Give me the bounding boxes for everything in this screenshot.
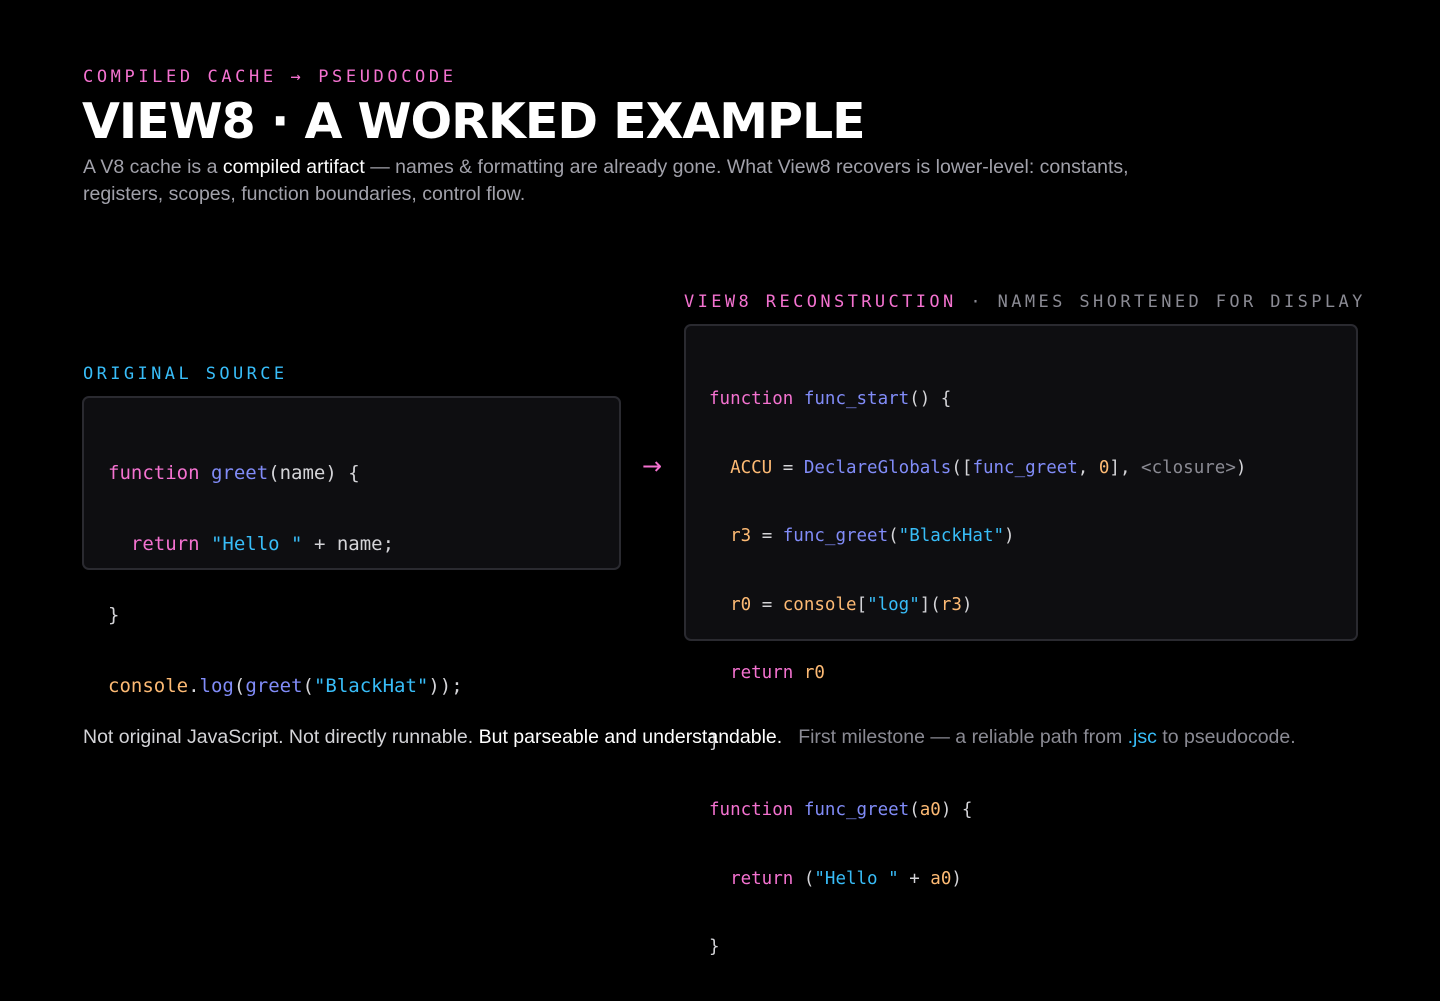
register: r3 (940, 594, 962, 615)
original-code-block: function greet(name) { return "Hello " +… (108, 419, 619, 741)
reconstruction-label-main: VIEW8 RECONSTRUCTION (684, 292, 957, 312)
code-line: } (709, 932, 1356, 963)
original-source-panel: function greet(name) { return "Hello " +… (82, 396, 621, 697)
code-text: () { (909, 389, 952, 409)
string-literal: "BlackHat" (898, 526, 1005, 546)
code-text: = (751, 526, 783, 546)
code-line: } (108, 599, 619, 632)
code-text: ( (888, 526, 899, 546)
code-text: [ (856, 594, 868, 615)
code-text: } (709, 937, 720, 957)
function-name: greet (245, 675, 303, 697)
code-text: ( (233, 675, 246, 697)
keyword: function (108, 462, 200, 484)
keyword: function (709, 389, 794, 409)
function-name: greet (210, 462, 269, 484)
string-literal: "log" (867, 594, 920, 615)
code-text: )); (428, 675, 463, 697)
reconstruction-label: VIEW8 RECONSTRUCTION · NAMES SHORTENED F… (684, 292, 1366, 312)
register: r0 (730, 594, 752, 615)
milestone-text: First milestone — a reliable path from (798, 726, 1128, 748)
code-text: ) (951, 868, 962, 889)
reconstruction-label-note: NAMES SHORTENED FOR DISPLAY (997, 292, 1366, 312)
subtitle-text-start: A V8 cache is a (83, 156, 223, 178)
original-source-label: ORIGINAL SOURCE (83, 364, 288, 384)
code-text: ( (793, 868, 815, 889)
code-line: r0 = console["log"](r3) (709, 590, 1356, 621)
register: r0 (803, 663, 825, 683)
code-text: = (772, 457, 804, 478)
function-name: DeclareGlobals (803, 457, 952, 478)
code-text: + (898, 868, 931, 889)
arrow-icon: → (642, 452, 663, 480)
code-line: function greet(name) { (108, 457, 619, 490)
closure-placeholder: <closure> (1141, 457, 1236, 478)
string-literal: "Hello " (814, 868, 899, 889)
function-name: func_greet (803, 800, 910, 820)
code-text: , (1077, 457, 1099, 478)
subtitle-highlight: compiled artifact (222, 156, 365, 178)
register: r3 (730, 526, 752, 546)
code-line: r3 = func_greet("BlackHat") (709, 521, 1356, 552)
register: ACCU (730, 457, 773, 478)
function-name: func_start (803, 389, 910, 409)
code-text: ( (909, 800, 920, 820)
code-line: function func_greet(a0) { (709, 795, 1356, 826)
code-text: ]( (919, 594, 941, 615)
code-text: + name; (302, 533, 395, 555)
milestone-text: to pseudocode. (1156, 726, 1296, 748)
code-text: ) (1235, 457, 1247, 478)
code-text: ( (302, 675, 314, 697)
code-text: ) (1004, 526, 1015, 546)
code-text: ) { (940, 800, 973, 820)
code-text: ([ (951, 457, 973, 478)
code-line: return "Hello " + name; (108, 528, 619, 561)
keyword: function (709, 800, 794, 820)
code-line: ACCU = DeclareGlobals([func_greet, 0], <… (709, 453, 1356, 484)
string-literal: "BlackHat" (313, 675, 429, 697)
function-name: func_greet (782, 526, 889, 546)
code-text: ], (1109, 457, 1142, 478)
keyword: return (730, 663, 794, 683)
argument: a0 (930, 868, 952, 889)
page-subtitle: A V8 cache is a compiled artifact — name… (83, 154, 1193, 208)
argument: a0 (919, 800, 941, 820)
number-literal: 0 (1098, 457, 1110, 478)
reconstruction-panel: function func_start() { ACCU = DeclareGl… (684, 324, 1358, 957)
footer-disclaimer: Not original JavaScript. Not directly ru… (83, 726, 479, 748)
code-line: return ("Hello " + a0) (709, 864, 1356, 895)
object-name: console (108, 675, 189, 697)
code-line: return r0 (709, 658, 1356, 689)
function-name: func_greet (972, 457, 1078, 478)
keyword: return (130, 533, 200, 555)
string-literal: "Hello " (210, 533, 303, 555)
object-name: console (782, 594, 857, 615)
footer-milestone: First milestone — a reliable path from .… (798, 726, 1295, 748)
code-text: } (108, 604, 120, 626)
file-extension: .jsc (1127, 726, 1157, 748)
reconstruction-code-block: function func_start() { ACCU = DeclareGl… (709, 346, 1356, 1001)
footer-emphasis: But parseable and understandable. (478, 726, 783, 748)
code-text: . (188, 675, 200, 697)
eyebrow-label: COMPILED CACHE → PSEUDOCODE (83, 67, 457, 87)
page-title: VIEW8 · A WORKED EXAMPLE (82, 93, 866, 150)
code-text: ) (961, 594, 973, 615)
code-line: function func_start() { (709, 384, 1356, 415)
code-text: (name) { (268, 462, 360, 484)
code-line: console.log(greet("BlackHat")); (108, 670, 619, 703)
label-separator: · (956, 292, 998, 312)
keyword: return (730, 868, 794, 889)
code-text: = (751, 594, 783, 615)
footer-note: Not original JavaScript. Not directly ru… (83, 724, 1296, 750)
function-name: log (199, 675, 234, 697)
